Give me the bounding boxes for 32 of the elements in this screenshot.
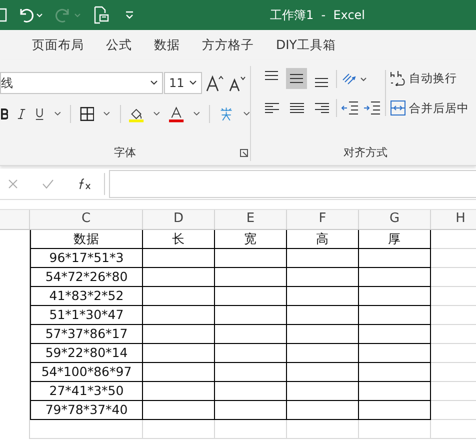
group-label: 字体 — [114, 144, 136, 160]
merge-center-button[interactable]: 合并后居中 — [390, 98, 469, 118]
group-label: 对齐方式 — [344, 144, 388, 160]
table-cell: 宽 — [215, 230, 287, 249]
table-cell: 54*100*86*97 — [30, 363, 143, 382]
table-cell: 79*78*37*40 — [30, 401, 143, 420]
ribbon-tab[interactable]: 页面布局 — [22, 32, 94, 58]
font-size-dropdown[interactable]: 11 — [164, 72, 202, 94]
ribbon-tab[interactable]: DIY工具箱 — [266, 32, 346, 58]
table-cell: 27*41*3*50 — [30, 382, 143, 401]
table-cell: 57*37*86*17 — [30, 325, 143, 344]
column-header[interactable]: G — [359, 210, 431, 229]
table-cell: 长 — [143, 230, 215, 249]
column-header[interactable]: D — [143, 210, 215, 229]
ribbon-tab[interactable]: 方方格子 — [192, 32, 264, 58]
font-name-dropdown[interactable]: 线 — [0, 72, 163, 94]
table-cell: 96*17*51*3 — [30, 249, 143, 268]
table-cell: 59*22*80*14 — [30, 344, 143, 363]
table-cell: 厚 — [359, 230, 431, 249]
column-header[interactable]: F — [287, 210, 359, 229]
column-header[interactable]: C — [30, 210, 143, 229]
column-header[interactable]: E — [215, 210, 287, 229]
column-header[interactable]: H — [431, 210, 476, 229]
window-title: 工作簿1 - Excel — [270, 7, 366, 24]
table-cell: 41*83*2*52 — [30, 287, 143, 306]
wrap-text-button[interactable]: 自动换行 — [390, 68, 469, 88]
table-cell: 高 — [287, 230, 359, 249]
table-cell: 51*1*30*47 — [30, 306, 143, 325]
table-cell: 54*72*26*80 — [30, 268, 143, 287]
ribbon-tab[interactable]: 公式 — [96, 32, 142, 58]
ribbon-tab[interactable]: 数据 — [144, 32, 190, 58]
table-cell: 数据 — [30, 230, 143, 249]
